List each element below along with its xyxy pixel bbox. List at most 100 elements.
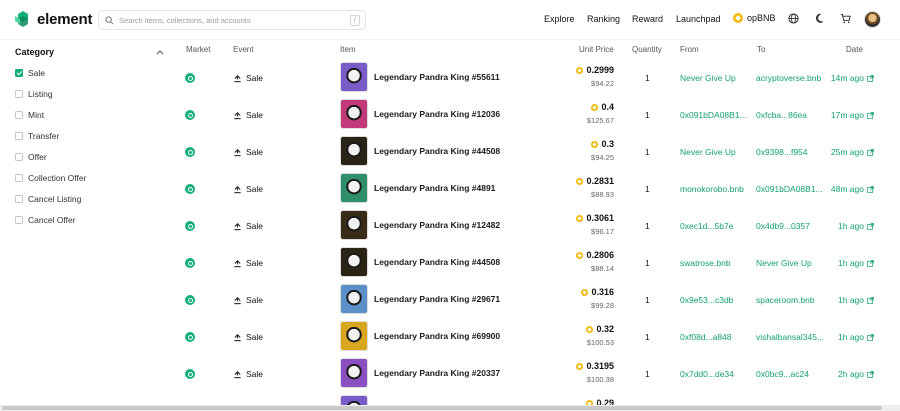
- external-link-icon[interactable]: [867, 74, 874, 82]
- date-link[interactable]: 1h ago: [838, 332, 874, 342]
- external-link-icon[interactable]: [867, 148, 874, 156]
- item-thumbnail[interactable]: [340, 358, 368, 388]
- item-name-link[interactable]: Legendary Pandra King #69900: [374, 331, 500, 341]
- scrollbar-thumb[interactable]: [2, 406, 882, 410]
- filter-checkbox[interactable]: [15, 195, 23, 203]
- external-link-icon[interactable]: [867, 296, 874, 304]
- to-address-link[interactable]: 0x9398...f954: [756, 147, 808, 157]
- item-name-link[interactable]: Legendary Pandra King #12036: [374, 109, 500, 119]
- to-address-link[interactable]: acryptoverse.bnb: [756, 73, 821, 83]
- filter-checkbox[interactable]: [15, 216, 23, 224]
- search-bar[interactable]: /: [98, 10, 366, 30]
- to-address-link[interactable]: 0xfcba...86ea: [756, 110, 807, 120]
- table-row[interactable]: Sale Legendary Pandra King #55611 0.2999 $9…: [178, 60, 900, 97]
- filter-collection-offer[interactable]: Collection Offer: [15, 173, 86, 183]
- user-avatar[interactable]: [864, 11, 881, 28]
- bnb-icon: [576, 362, 584, 370]
- date-label: 25m ago: [830, 147, 864, 157]
- from-address-link[interactable]: 0xec1d...5b7e: [680, 221, 733, 231]
- external-link-icon[interactable]: [867, 111, 874, 119]
- date-link[interactable]: 14m ago: [831, 73, 874, 83]
- moon-icon[interactable]: [815, 13, 826, 24]
- item-thumbnail[interactable]: [340, 321, 368, 351]
- item-name-link[interactable]: Legendary Pandra King #20337: [374, 368, 500, 378]
- nav-launchpad[interactable]: Launchpad: [676, 14, 721, 24]
- search-input[interactable]: [119, 15, 339, 25]
- nav-ranking[interactable]: Ranking: [587, 14, 620, 24]
- table-row[interactable]: Sale Legendary Pandra King #29671 0.316 $99…: [178, 282, 900, 319]
- from-address-link[interactable]: Never Give Up: [680, 73, 736, 83]
- item-name-link[interactable]: Legendary Pandra King #44508: [374, 257, 500, 267]
- filter-listing[interactable]: Listing: [15, 89, 53, 99]
- external-link-icon[interactable]: [867, 185, 874, 193]
- external-link-icon[interactable]: [867, 259, 874, 267]
- item-thumbnail[interactable]: [340, 62, 368, 92]
- from-address-link[interactable]: 0x7dd0...de34: [680, 369, 734, 379]
- table-row[interactable]: Sale Legendary Pandra King #69900 0.32 $100…: [178, 319, 900, 356]
- item-thumbnail[interactable]: [340, 210, 368, 240]
- filter-checkbox[interactable]: [15, 111, 23, 119]
- from-address-link[interactable]: 0xf08d...a848: [680, 332, 732, 342]
- filter-transfer[interactable]: Transfer: [15, 131, 59, 141]
- date-link[interactable]: 25m ago: [831, 147, 874, 157]
- item-name-link[interactable]: Legendary Pandra King #12482: [374, 220, 500, 230]
- bnb-icon: [576, 66, 584, 74]
- date-link[interactable]: 1h ago: [838, 258, 874, 268]
- from-address-link[interactable]: 0x9e53...c3db: [680, 295, 733, 305]
- item-thumbnail[interactable]: [340, 247, 368, 277]
- table-row[interactable]: Sale Legendary Pandra King #44508 0.3 $94.2…: [178, 134, 900, 171]
- from-address-link[interactable]: Never Give Up: [680, 147, 736, 157]
- filter-mint[interactable]: Mint: [15, 110, 44, 120]
- item-name-link[interactable]: Legendary Pandra King #55611: [374, 72, 500, 82]
- to-address-link[interactable]: 0x091bDA08B1...: [756, 184, 823, 194]
- from-address-link[interactable]: swatrose.bnb: [680, 258, 731, 268]
- filter-label: Cancel Listing: [28, 194, 82, 204]
- unit-price: 0.2831: [576, 176, 614, 186]
- date-link[interactable]: 1h ago: [838, 221, 874, 231]
- table-row[interactable]: Sale Legendary Pandra King #4891 0.2831 $88…: [178, 171, 900, 208]
- item-thumbnail[interactable]: [340, 99, 368, 129]
- filter-checkbox[interactable]: [15, 90, 23, 98]
- to-address-link[interactable]: 0x0bc9...ac24: [756, 369, 809, 379]
- horizontal-scrollbar[interactable]: [0, 405, 900, 411]
- filter-offer[interactable]: Offer: [15, 152, 47, 162]
- item-thumbnail[interactable]: [340, 284, 368, 314]
- header-unit-price: Unit Price: [579, 45, 614, 54]
- from-address-link[interactable]: 0x091bDA08B1...: [680, 110, 747, 120]
- item-thumbnail[interactable]: [340, 173, 368, 203]
- item-name-link[interactable]: Legendary Pandra King #4891: [374, 183, 495, 193]
- date-link[interactable]: 48m ago: [831, 184, 874, 194]
- table-row[interactable]: Sale Legendary Pandra King #12036 0.4 $125.…: [178, 97, 900, 134]
- to-address-link[interactable]: vishalbansal345...: [756, 332, 824, 342]
- nav-explore[interactable]: Explore: [544, 14, 575, 24]
- chain-selector[interactable]: opBNB: [733, 13, 776, 23]
- date-link[interactable]: 2h ago: [838, 369, 874, 379]
- item-name-link[interactable]: Legendary Pandra King #44508: [374, 146, 500, 156]
- filter-checkbox[interactable]: [15, 174, 23, 182]
- table-row[interactable]: Sale Legendary Pandra King #20337 0.3195 $1…: [178, 356, 900, 393]
- to-address-link[interactable]: 0x4db9...0357: [756, 221, 810, 231]
- filter-cancel-offer[interactable]: Cancel Offer: [15, 215, 76, 225]
- table-row[interactable]: Sale Legendary Pandra King #44508 0.2806 $8…: [178, 245, 900, 282]
- to-address-link[interactable]: Never Give Up: [756, 258, 812, 268]
- nav-reward[interactable]: Reward: [632, 14, 663, 24]
- brand-logo[interactable]: element: [14, 10, 92, 28]
- item-name-link[interactable]: Legendary Pandra King #29671: [374, 294, 500, 304]
- item-thumbnail[interactable]: [340, 136, 368, 166]
- filter-checkbox[interactable]: [15, 132, 23, 140]
- filter-cancel-listing[interactable]: Cancel Listing: [15, 194, 81, 204]
- filter-checkbox[interactable]: [15, 69, 23, 77]
- filter-checkbox[interactable]: [15, 153, 23, 161]
- chevron-up-icon[interactable]: [156, 49, 164, 55]
- external-link-icon[interactable]: [867, 333, 874, 341]
- external-link-icon[interactable]: [867, 222, 874, 230]
- to-address-link[interactable]: spaceroom.bnb: [756, 295, 815, 305]
- globe-icon[interactable]: [788, 13, 799, 24]
- date-link[interactable]: 17m ago: [831, 110, 874, 120]
- cart-icon[interactable]: [840, 13, 851, 24]
- table-row[interactable]: Sale Legendary Pandra King #12482 0.3061 $9…: [178, 208, 900, 245]
- from-address-link[interactable]: monokorobo.bnb: [680, 184, 744, 194]
- date-link[interactable]: 1h ago: [838, 295, 874, 305]
- filter-sale[interactable]: Sale: [15, 68, 45, 78]
- external-link-icon[interactable]: [867, 370, 874, 378]
